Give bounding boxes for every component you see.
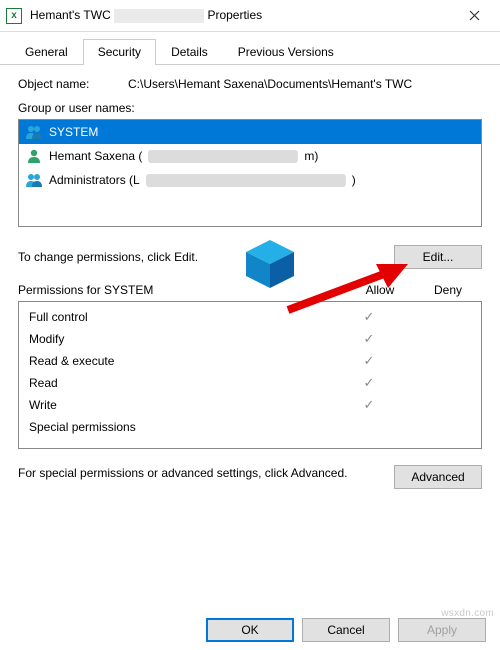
permissions-listbox[interactable]: Full control✓Modify✓Read & execute✓Read✓… <box>18 301 482 449</box>
allow-check: ✓ <box>335 331 403 347</box>
group-icon <box>25 124 43 140</box>
edit-button[interactable]: Edit... <box>394 245 482 269</box>
ok-button[interactable]: OK <box>206 618 294 642</box>
object-name-value: C:\Users\Hemant Saxena\Documents\Hemant'… <box>128 77 482 91</box>
advanced-hint: For special permissions or advanced sett… <box>18 465 384 482</box>
permissions-for-label: Permissions for SYSTEM <box>18 283 346 297</box>
deny-column-header: Deny <box>414 283 482 297</box>
window-title: Hemant's TWC Properties <box>30 8 454 23</box>
change-permissions-hint: To change permissions, click Edit. <box>18 250 394 264</box>
permission-name: Modify <box>29 332 335 346</box>
permission-row[interactable]: Write✓ <box>19 394 481 416</box>
advanced-row: For special permissions or advanced sett… <box>18 465 482 489</box>
permission-name: Special permissions <box>29 420 335 434</box>
user-icon <box>25 148 43 164</box>
allow-check: ✓ <box>335 309 403 325</box>
object-name-row: Object name: C:\Users\Hemant Saxena\Docu… <box>18 77 482 91</box>
allow-check: ✓ <box>335 353 403 369</box>
groups-label: Group or user names: <box>18 101 482 115</box>
groups-listbox[interactable]: SYSTEM Hemant Saxena ( m) Administrators (L… <box>18 119 482 227</box>
permission-row[interactable]: Read✓ <box>19 372 481 394</box>
allow-check: ✓ <box>335 397 403 413</box>
excel-file-icon: x <box>6 8 22 24</box>
title-prefix: Hemant's TWC <box>30 8 111 22</box>
list-item[interactable]: Administrators (L) <box>19 168 481 192</box>
list-item-name: Hemant Saxena ( <box>49 149 142 163</box>
apply-button: Apply <box>398 618 486 642</box>
permission-row[interactable]: Full control✓ <box>19 306 481 328</box>
watermark: wsxdn.com <box>441 608 494 619</box>
list-item[interactable]: SYSTEM <box>19 120 481 144</box>
cancel-button[interactable]: Cancel <box>302 618 390 642</box>
redacted-text <box>146 174 346 187</box>
permission-row[interactable]: Read & execute✓ <box>19 350 481 372</box>
allow-check: ✓ <box>335 375 403 391</box>
permission-row[interactable]: Special permissions <box>19 416 481 438</box>
permission-name: Write <box>29 398 335 412</box>
tab-security[interactable]: Security <box>83 39 156 65</box>
title-redacted <box>114 9 204 23</box>
security-panel: Object name: C:\Users\Hemant Saxena\Docu… <box>0 65 500 497</box>
close-button[interactable] <box>454 2 494 30</box>
permissions-header: Permissions for SYSTEM Allow Deny <box>18 283 482 297</box>
advanced-button[interactable]: Advanced <box>394 465 482 489</box>
list-item[interactable]: Hemant Saxena ( m) <box>19 144 481 168</box>
permission-name: Read & execute <box>29 354 335 368</box>
permission-name: Read <box>29 376 335 390</box>
redacted-text <box>148 150 298 163</box>
tab-previous-versions[interactable]: Previous Versions <box>223 39 349 65</box>
title-suffix: Properties <box>207 8 262 22</box>
permission-row[interactable]: Modify✓ <box>19 328 481 350</box>
titlebar: x Hemant's TWC Properties <box>0 0 500 32</box>
dialog-buttons: OK Cancel Apply <box>206 618 486 642</box>
allow-column-header: Allow <box>346 283 414 297</box>
object-name-label: Object name: <box>18 77 128 91</box>
group-icon <box>25 172 43 188</box>
tab-general[interactable]: General <box>10 39 83 65</box>
tab-details[interactable]: Details <box>156 39 223 65</box>
list-item-name: SYSTEM <box>49 125 98 139</box>
list-item-name: Administrators (L <box>49 173 140 187</box>
list-item-suffix: m) <box>304 149 318 163</box>
close-icon <box>469 10 480 21</box>
change-permissions-row: To change permissions, click Edit. Edit.… <box>18 245 482 269</box>
permission-name: Full control <box>29 310 335 324</box>
list-item-suffix: ) <box>352 173 356 187</box>
tab-row: General Security Details Previous Versio… <box>0 32 500 65</box>
